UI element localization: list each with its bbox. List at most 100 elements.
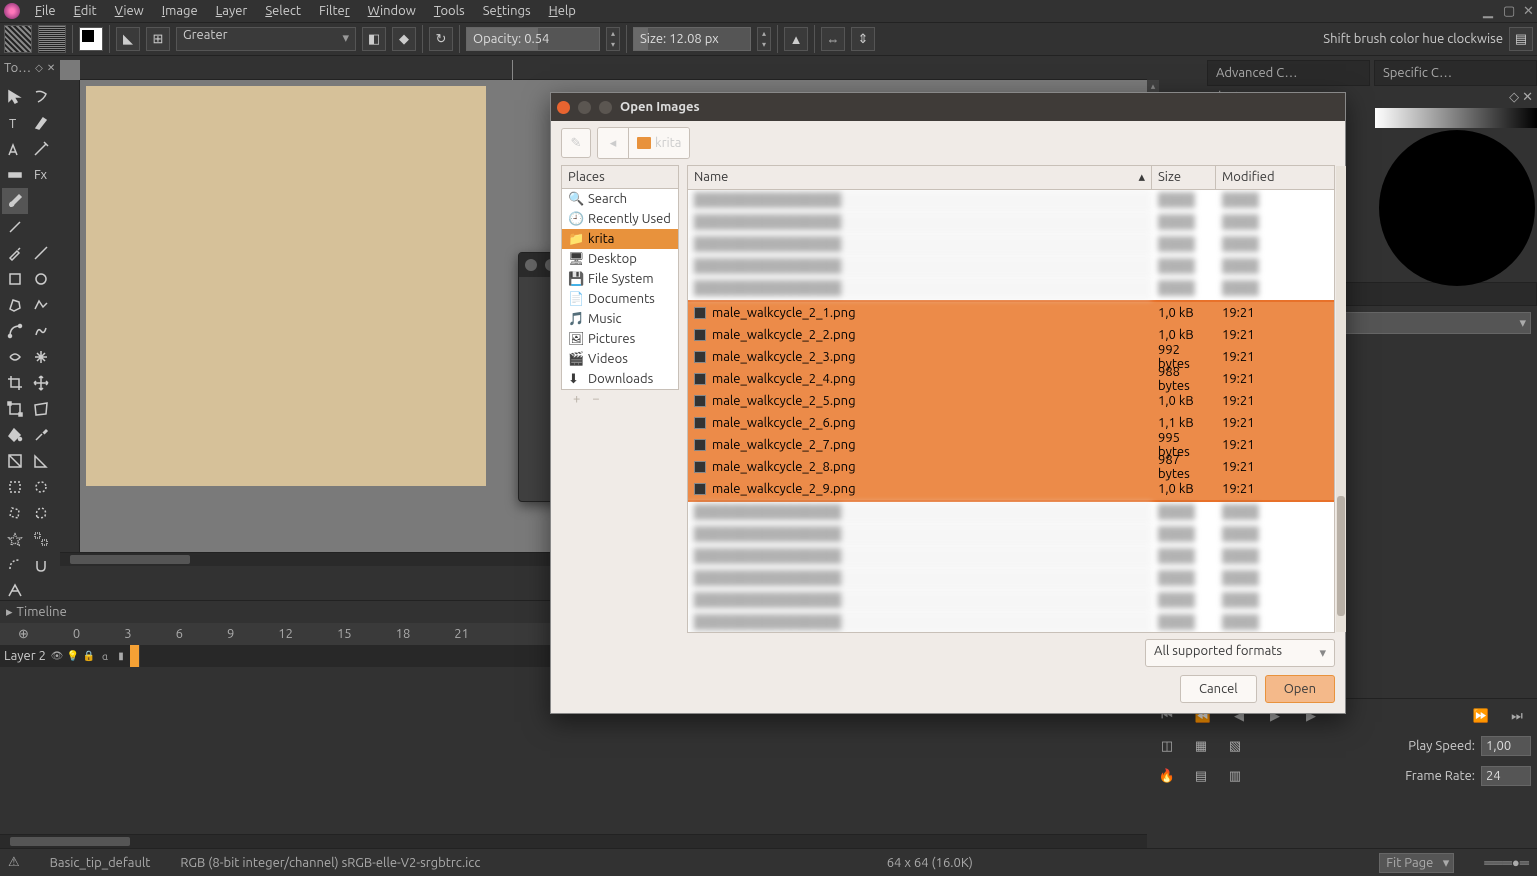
ellipse-sel-tool-icon[interactable]: [28, 474, 54, 500]
mirror-h-icon[interactable]: ▲: [784, 27, 808, 51]
add-bookmark-icon[interactable]: +: [573, 392, 580, 412]
poly-sel-tool-icon[interactable]: [2, 500, 28, 526]
timeline-add-icon[interactable]: ⊕: [18, 627, 29, 642]
bezier-tool-icon[interactable]: [2, 318, 28, 344]
dock-close-icon[interactable]: ✕: [1522, 90, 1533, 104]
window-close-icon[interactable]: ✕: [1523, 4, 1537, 18]
file-row[interactable]: male_walkcycle_2_2.png1,0 kB19:21: [688, 324, 1334, 346]
crop-tool-icon[interactable]: [2, 370, 28, 396]
menu-image[interactable]: Image: [153, 2, 207, 20]
next-keyframe-icon[interactable]: ⏩: [1467, 705, 1495, 727]
file-row[interactable]: male_walkcycle_2_4.png988 bytes19:21: [688, 368, 1334, 390]
menu-settings[interactable]: Settings: [474, 2, 540, 20]
file-list-scrollbar[interactable]: [1336, 166, 1346, 632]
magnetic-sel-tool-icon[interactable]: [28, 552, 54, 578]
dock-close-icon[interactable]: ✕: [47, 62, 55, 74]
alpha-lock-icon[interactable]: ◆: [392, 27, 416, 51]
dialog-max-icon[interactable]: [599, 101, 612, 114]
header-name[interactable]: Name▴: [688, 166, 1152, 189]
alpha-icon[interactable]: α: [98, 649, 112, 663]
file-row[interactable]: male_walkcycle_2_3.png992 bytes19:21: [688, 346, 1334, 368]
gradient-tool-icon[interactable]: [2, 162, 28, 188]
place-file-system[interactable]: 💾File System: [562, 269, 678, 289]
place-pictures[interactable]: 🖼Pictures: [562, 329, 678, 349]
zoom-slider-icon[interactable]: ═══●═: [1484, 855, 1529, 870]
color-wheel[interactable]: [1379, 130, 1535, 286]
timeline-scrollbar[interactable]: [0, 834, 1147, 848]
bezier-sel-tool-icon[interactable]: [2, 552, 28, 578]
place-search[interactable]: 🔍Search: [562, 189, 678, 209]
picker2-tool-icon[interactable]: [28, 422, 54, 448]
ellipse-tool-icon[interactable]: [28, 266, 54, 292]
move2-tool-icon[interactable]: [28, 370, 54, 396]
menu-select[interactable]: Select: [256, 2, 310, 20]
edit-path-button[interactable]: ✎: [561, 128, 591, 158]
dyna-tool-icon[interactable]: [2, 344, 28, 370]
bg-dialog-close-icon[interactable]: [525, 259, 537, 271]
drop-frames-icon[interactable]: ▧: [1221, 735, 1249, 757]
timeline-collapse-icon[interactable]: ▸: [6, 605, 13, 620]
deform-tool-icon[interactable]: [28, 396, 54, 422]
opacity-slider[interactable]: Opacity: 0.54: [466, 27, 600, 51]
brush-presets-icon[interactable]: ⊞: [146, 27, 170, 51]
similar-sel-tool-icon[interactable]: [28, 526, 54, 552]
frame-cell[interactable]: [130, 645, 140, 667]
rect-tool-icon[interactable]: [2, 266, 28, 292]
opacity-spinners[interactable]: ▴▾: [606, 27, 620, 51]
brush-tool-icon[interactable]: [2, 188, 28, 214]
crumb-back-button[interactable]: ◂: [598, 128, 628, 158]
edit-shapes-tool-icon[interactable]: [2, 136, 28, 162]
ruler-vertical[interactable]: [60, 80, 80, 566]
file-format-combo[interactable]: All supported formats: [1145, 639, 1335, 667]
last-frame-icon[interactable]: ⏭: [1503, 705, 1531, 727]
fill-tool-icon[interactable]: [2, 422, 28, 448]
canvas[interactable]: [86, 86, 486, 486]
cancel-button[interactable]: Cancel: [1180, 675, 1257, 703]
line-tool-icon[interactable]: [2, 214, 28, 240]
fg-bg-swap-icon[interactable]: [79, 27, 103, 51]
window-minimize-icon[interactable]: ▁: [1483, 4, 1497, 18]
lock-icon[interactable]: 🔒: [82, 649, 96, 663]
remove-bookmark-icon[interactable]: −: [592, 392, 599, 412]
brush-dropdown-icon[interactable]: ◣: [116, 27, 140, 51]
menu-layer[interactable]: Layer: [207, 2, 257, 20]
pattern-edit-tool-icon[interactable]: [28, 136, 54, 162]
workspace-chooser-icon[interactable]: ▤: [1509, 27, 1533, 51]
file-row[interactable]: male_walkcycle_2_5.png1,0 kB19:21: [688, 390, 1334, 412]
place-videos[interactable]: 🎬Videos: [562, 349, 678, 369]
size-spinners[interactable]: ▴▾: [757, 27, 771, 51]
color-picker-tool-icon[interactable]: [2, 240, 28, 266]
menu-window[interactable]: Window: [359, 2, 425, 20]
dock-float-icon[interactable]: ◇: [1509, 90, 1519, 104]
menu-file[interactable]: File: [26, 2, 65, 20]
menu-view[interactable]: View: [106, 2, 153, 20]
status-warn-icon[interactable]: ⚠: [8, 855, 20, 870]
dialog-min-icon[interactable]: [578, 101, 591, 114]
auto-key-icon[interactable]: ▦: [1187, 735, 1215, 757]
tab-advanced-color[interactable]: Advanced C…: [1207, 60, 1370, 86]
dialog-close-icon[interactable]: [557, 101, 570, 114]
open-button[interactable]: Open: [1265, 675, 1335, 703]
light-icon[interactable]: 💡: [66, 649, 80, 663]
polygon-tool-icon[interactable]: [2, 292, 28, 318]
line2-tool-icon[interactable]: [28, 240, 54, 266]
place-recently-used[interactable]: 🕘Recently Used: [562, 209, 678, 229]
transform2-tool-icon[interactable]: [2, 396, 28, 422]
place-music[interactable]: 🎵Music: [562, 309, 678, 329]
onion-skin-icon[interactable]: ◫: [1153, 735, 1181, 757]
tab-specific-color[interactable]: Specific C…: [1374, 60, 1537, 86]
play-speed-input[interactable]: [1481, 736, 1531, 756]
place-downloads[interactable]: ⬇Downloads: [562, 369, 678, 389]
mirror-y-icon[interactable]: ⇕: [851, 27, 875, 51]
remove-frame-icon[interactable]: ▥: [1221, 765, 1249, 787]
move-tool-icon[interactable]: [2, 84, 28, 110]
reload-preset-icon[interactable]: ↻: [429, 27, 453, 51]
transform-tool-icon[interactable]: [28, 84, 54, 110]
fx-tool-icon[interactable]: Fx: [28, 162, 54, 188]
lightness-strip[interactable]: [1375, 108, 1537, 128]
frame-rate-input[interactable]: [1481, 766, 1531, 786]
header-size[interactable]: Size: [1152, 166, 1216, 189]
blend-mode-combo[interactable]: Greater: [176, 27, 356, 51]
polyline-tool-icon[interactable]: [28, 292, 54, 318]
dialog-titlebar[interactable]: Open Images: [551, 93, 1345, 121]
